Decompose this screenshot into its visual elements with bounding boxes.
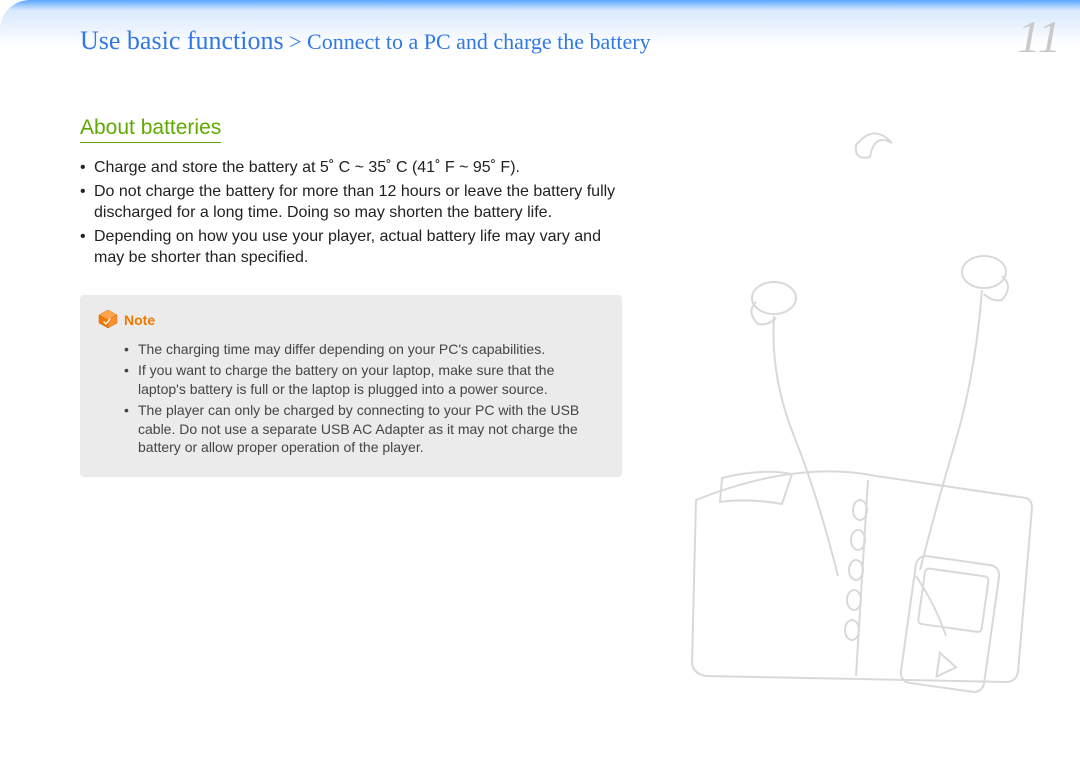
list-item: Charge and store the battery at 5˚ C ~ 3… — [80, 157, 635, 179]
decorative-illustration — [656, 120, 1076, 720]
note-header: Note — [98, 309, 155, 332]
breadcrumb-sep: > — [284, 29, 307, 54]
list-item: The player can only be charged by connec… — [124, 401, 604, 458]
breadcrumb-main: Use basic functions — [80, 26, 284, 55]
note-box: Note The charging time may differ depend… — [80, 295, 622, 477]
section-title: About batteries — [80, 116, 221, 143]
page: Use basic functions > Connect to a PC an… — [0, 0, 1080, 762]
breadcrumb-sub: Connect to a PC and charge the battery — [307, 29, 651, 54]
content-column: About batteries Charge and store the bat… — [80, 116, 635, 477]
page-number: 11 — [1017, 10, 1062, 63]
list-item: Do not charge the battery for more than … — [80, 181, 635, 224]
section-bullets: Charge and store the battery at 5˚ C ~ 3… — [80, 157, 635, 269]
list-item: Depending on how you use your player, ac… — [80, 226, 635, 269]
breadcrumb: Use basic functions > Connect to a PC an… — [80, 26, 651, 56]
note-bullets: The charging time may differ depending o… — [98, 340, 604, 457]
note-cube-icon — [98, 309, 118, 332]
note-label: Note — [124, 312, 155, 328]
list-item: The charging time may differ depending o… — [124, 340, 604, 359]
list-item: If you want to charge the battery on you… — [124, 361, 604, 399]
